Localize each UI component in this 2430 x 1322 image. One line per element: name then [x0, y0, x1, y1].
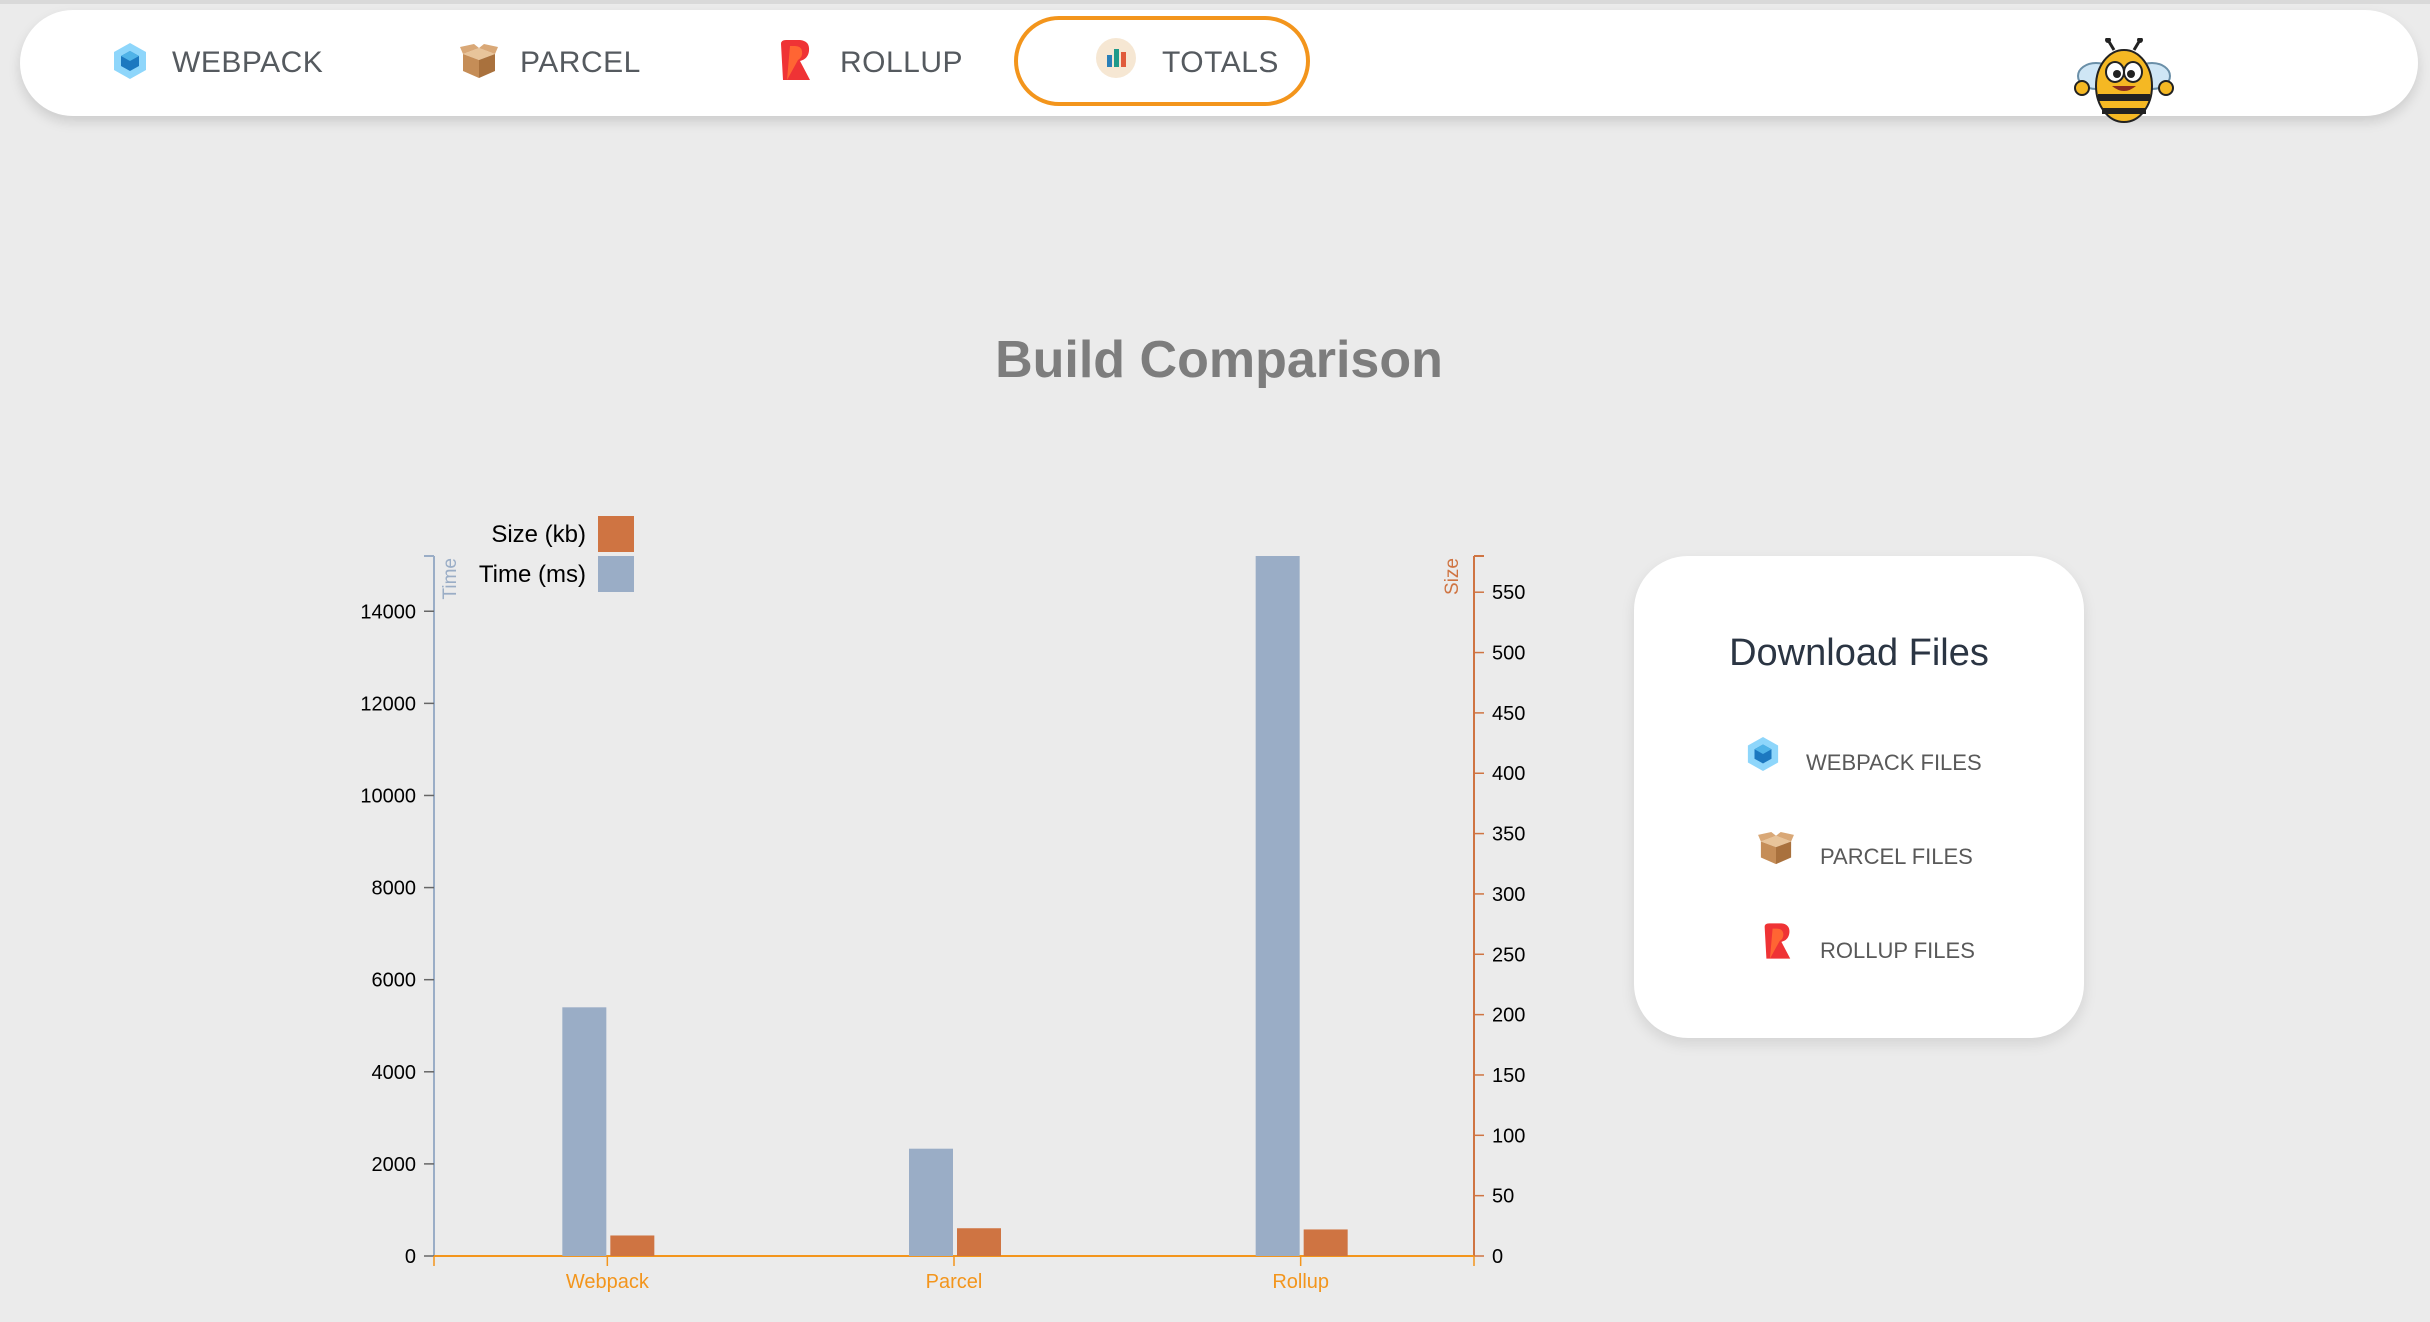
nav-tab-label: ROLLUP — [840, 46, 964, 79]
nav-tab-parcel[interactable]: PARCEL — [438, 10, 678, 116]
legend-label: Size (kb) — [491, 521, 586, 548]
bar-time-webpack — [562, 1007, 607, 1256]
build-comparison-chart: Size (kb)Time (ms) 020004000600080001000… — [360, 516, 1525, 1293]
bar-size-webpack — [610, 1235, 655, 1256]
right-axis-tick-label: 200 — [1492, 1005, 1525, 1027]
left-axis-tick-label: 4000 — [372, 1062, 417, 1084]
right-axis-title: Size — [1442, 558, 1463, 595]
x-axis-category-label: Rollup — [1272, 1271, 1329, 1293]
download-parcel-files-label: PARCEL FILES — [1820, 844, 1973, 869]
bar-chart-icon — [1096, 38, 1136, 86]
bar-size-parcel — [957, 1228, 1001, 1256]
left-axis-time: 0 2000 4000 6000 8000 10000 12000 14000 Time — [360, 555, 461, 1268]
download-webpack-files-label: WEBPACK FILES — [1806, 750, 1982, 775]
download-rollup-files-link[interactable]: ROLLUP FILES — [1734, 923, 1994, 970]
bee-mascot-icon — [2074, 37, 2174, 126]
bars — [562, 556, 1348, 1256]
x-axis-category-label: Parcel — [926, 1271, 983, 1293]
right-axis-size: 0 50 100 150 200 250 300 350 400 450 500 550 Size — [1442, 555, 1525, 1268]
legend-swatch — [598, 516, 634, 552]
rollup-logo-icon — [778, 40, 812, 88]
nav-tab-webpack[interactable]: WEBPACK — [90, 10, 330, 116]
download-parcel-files-link[interactable]: PARCEL FILES — [1734, 832, 1994, 876]
webpack-cube-icon — [112, 42, 148, 88]
download-rollup-files-label: ROLLUP FILES — [1820, 938, 1975, 963]
nav-tab-label: WEBPACK — [172, 46, 324, 79]
webpack-cube-icon — [1746, 736, 1780, 777]
top-navbar: WEBPACK PARCEL ROLLUP TOTALS — [20, 10, 2418, 123]
right-axis-tick-label: 100 — [1492, 1125, 1525, 1147]
left-axis-title: Time — [440, 558, 461, 600]
parcel-box-icon — [1758, 832, 1794, 871]
right-axis-tick-label: 50 — [1492, 1186, 1514, 1208]
right-axis-tick-label: 150 — [1492, 1065, 1525, 1087]
page-title: Build Comparison — [995, 331, 1443, 389]
left-axis-tick-label: 2000 — [372, 1154, 417, 1176]
rollup-logo-icon — [1762, 922, 1792, 965]
right-axis-tick-label: 550 — [1492, 582, 1525, 604]
left-axis-tick-label: 0 — [405, 1246, 416, 1268]
download-files-card: Download Files WEBPACK FILES PARCEL FILE… — [1634, 556, 2084, 1038]
left-axis-tick-label: 8000 — [372, 878, 417, 900]
left-axis-tick-label: 14000 — [360, 601, 416, 623]
top-border — [0, 0, 2430, 4]
right-axis-tick-label: 450 — [1492, 703, 1525, 725]
legend-label: Time (ms) — [479, 561, 586, 588]
right-axis-tick-label: 500 — [1492, 643, 1525, 665]
legend-swatch — [598, 556, 634, 592]
bar-time-parcel — [909, 1148, 953, 1256]
parcel-box-icon — [460, 44, 498, 88]
left-axis-tick-label: 6000 — [372, 970, 417, 992]
right-axis-tick-label: 0 — [1492, 1246, 1503, 1268]
bar-size-rollup — [1303, 1229, 1348, 1256]
x-axis-category-label: Webpack — [566, 1271, 650, 1293]
bar-time-rollup — [1255, 556, 1300, 1256]
right-axis-tick-label: 350 — [1492, 824, 1525, 846]
left-axis-tick-label: 10000 — [360, 785, 416, 807]
nav-tab-rollup[interactable]: ROLLUP — [758, 10, 998, 116]
right-axis-tick-label: 300 — [1492, 884, 1525, 906]
nav-tab-label: TOTALS — [1162, 46, 1279, 79]
nav-tab-label: PARCEL — [520, 46, 641, 79]
right-axis-tick-label: 400 — [1492, 763, 1525, 785]
nav-tab-totals[interactable]: TOTALS — [1078, 10, 1298, 116]
x-axis: Webpack Parcel Rollup — [433, 1255, 1475, 1293]
download-files-title: Download Files — [1729, 632, 1989, 674]
left-axis-tick-label: 12000 — [360, 693, 416, 715]
chart-legend: Size (kb) Time (ms) — [479, 516, 634, 592]
download-webpack-files-link[interactable]: WEBPACK FILES — [1734, 736, 1994, 780]
right-axis-tick-label: 250 — [1492, 944, 1525, 966]
